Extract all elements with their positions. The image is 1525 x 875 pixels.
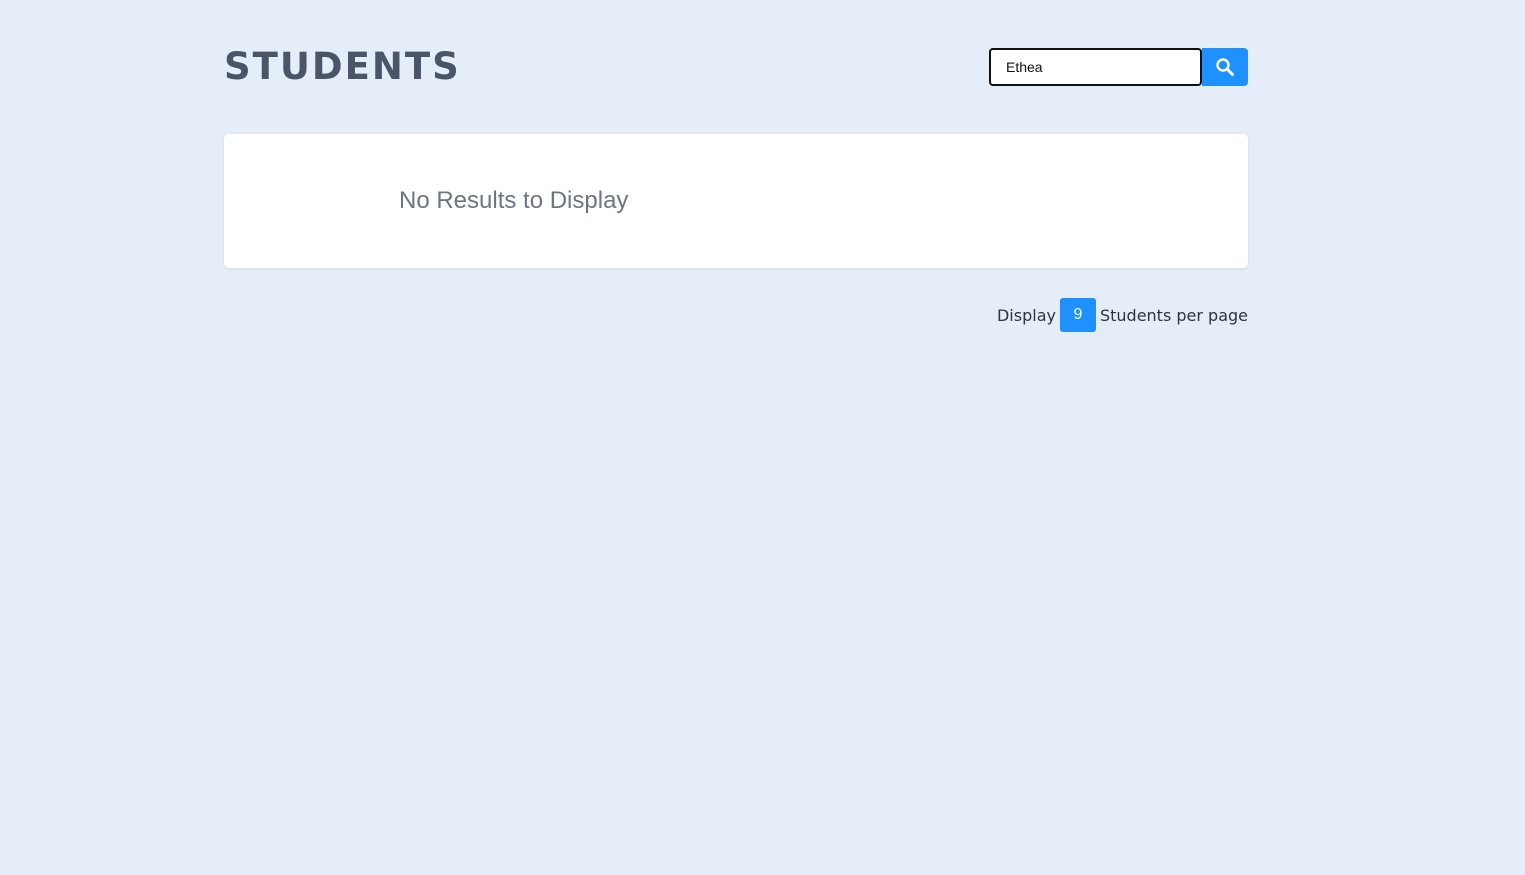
students-page: STUDENTS No Results to Display Display 9… [0,0,1525,875]
page-title: STUDENTS [224,45,461,88]
results-card: No Results to Display [224,134,1248,268]
search-input[interactable] [989,48,1202,86]
search-form [989,48,1248,86]
per-page-prefix: Display [996,305,1056,325]
search-button[interactable] [1202,48,1248,86]
per-page-count-button[interactable]: 9 [1059,298,1096,332]
per-page-control: Display 9 Students per page [997,298,1248,332]
search-icon [1216,58,1234,76]
no-results-message: No Results to Display [399,187,629,214]
per-page-suffix: Students per page [1099,305,1248,325]
